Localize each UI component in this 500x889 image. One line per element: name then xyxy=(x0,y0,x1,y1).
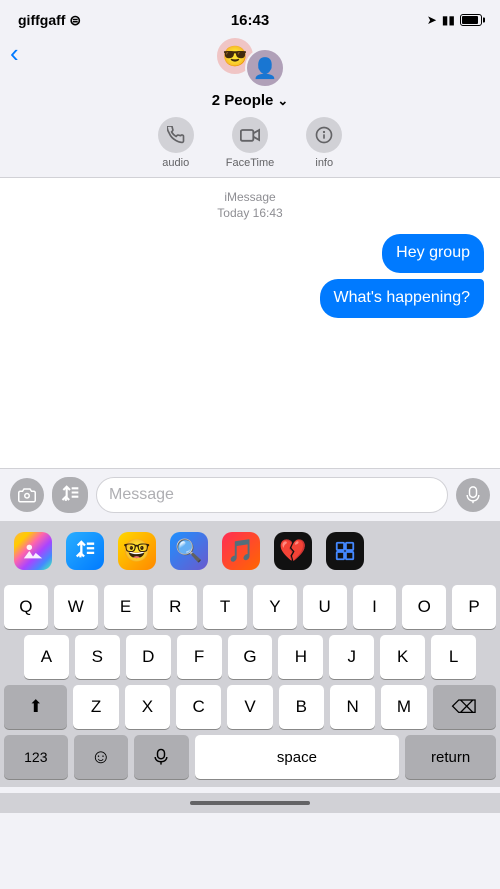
carrier-wifi: giffgaff ⊜ xyxy=(18,12,81,29)
facetime-button[interactable]: FaceTime xyxy=(226,117,275,169)
input-bar xyxy=(0,468,500,521)
date-label: Today 16:43 xyxy=(217,206,282,220)
phone-icon xyxy=(158,117,194,153)
audio-label: audio xyxy=(162,157,189,169)
messages-area: iMessage Today 16:43 Hey group What's ha… xyxy=(0,178,500,468)
header-actions: audio FaceTime info xyxy=(158,117,343,169)
key-g[interactable]: G xyxy=(228,635,273,679)
key-x[interactable]: X xyxy=(125,685,170,729)
keyboard-row-1: Q W E R T Y U I O P xyxy=(0,585,500,629)
audio-button[interactable]: audio xyxy=(158,117,194,169)
service-label: iMessage xyxy=(224,190,275,204)
key-b[interactable]: B xyxy=(279,685,324,729)
wifi-icon: ⊜ xyxy=(69,12,81,28)
people-count-label: 2 People xyxy=(212,92,274,109)
key-a[interactable]: A xyxy=(24,635,69,679)
keyboard-row-4: 123 ☺ space return xyxy=(0,735,500,787)
tray-memoji-icon[interactable]: 🤓 xyxy=(118,532,156,570)
apps-button[interactable] xyxy=(52,477,88,513)
tray-music-icon[interactable]: 🎵 xyxy=(222,532,260,570)
key-m[interactable]: M xyxy=(381,685,426,729)
key-l[interactable]: L xyxy=(431,635,476,679)
key-k[interactable]: K xyxy=(380,635,425,679)
key-f[interactable]: F xyxy=(177,635,222,679)
app-tray: 🤓 🔍 🎵 💔 xyxy=(0,521,500,581)
key-u[interactable]: U xyxy=(303,585,347,629)
key-z[interactable]: Z xyxy=(73,685,118,729)
key-microphone[interactable] xyxy=(134,735,189,779)
message-input[interactable] xyxy=(109,486,435,504)
tray-appstore-icon[interactable] xyxy=(66,532,104,570)
message-bubbles: Hey group What's happening? xyxy=(16,234,484,318)
signal-icon: ▮▮ xyxy=(442,13,455,27)
contact-name[interactable]: 2 People ⌄ xyxy=(212,92,289,109)
key-return[interactable]: return xyxy=(405,735,496,779)
info-icon xyxy=(306,117,342,153)
key-c[interactable]: C xyxy=(176,685,221,729)
key-shift[interactable]: ⬆ xyxy=(4,685,67,729)
key-numbers[interactable]: 123 xyxy=(4,735,68,779)
message-input-wrap[interactable] xyxy=(96,477,448,513)
status-time: 16:43 xyxy=(231,12,269,29)
key-n[interactable]: N xyxy=(330,685,375,729)
keyboard-row-2: A S D F G H J K L xyxy=(0,635,500,679)
chevron-down-icon: ⌄ xyxy=(277,93,288,109)
key-y[interactable]: Y xyxy=(253,585,297,629)
keyboard: Q W E R T Y U I O P A S D F G H J K L ⬆ … xyxy=(0,581,500,787)
tray-snippets-icon[interactable] xyxy=(326,532,364,570)
key-d[interactable]: D xyxy=(126,635,171,679)
info-button[interactable]: info xyxy=(306,117,342,169)
key-delete[interactable]: ⌫ xyxy=(433,685,496,729)
key-r[interactable]: R xyxy=(153,585,197,629)
avatar-2: 👤 xyxy=(245,48,285,88)
message-bubble-2: What's happening? xyxy=(320,279,484,318)
home-indicator-bar xyxy=(0,793,500,813)
info-label: info xyxy=(315,157,333,169)
message-bubble-1: Hey group xyxy=(382,234,484,273)
video-icon xyxy=(232,117,268,153)
status-indicators: ➤ ▮▮ xyxy=(427,13,482,27)
key-j[interactable]: J xyxy=(329,635,374,679)
conversation-header: ‹ 😎 👤 2 People ⌄ audio FaceTime xyxy=(0,36,500,178)
camera-button[interactable] xyxy=(10,478,44,512)
tray-search-icon[interactable]: 🔍 xyxy=(170,532,208,570)
keyboard-row-3: ⬆ Z X C V B N M ⌫ xyxy=(0,685,500,729)
facetime-label: FaceTime xyxy=(226,157,275,169)
back-button[interactable]: ‹ xyxy=(10,38,19,69)
key-e[interactable]: E xyxy=(104,585,148,629)
key-space[interactable]: space xyxy=(195,735,399,779)
key-w[interactable]: W xyxy=(54,585,98,629)
battery-icon xyxy=(460,14,482,26)
key-p[interactable]: P xyxy=(452,585,496,629)
home-indicator xyxy=(190,801,310,805)
status-bar: giffgaff ⊜ 16:43 ➤ ▮▮ xyxy=(0,0,500,36)
key-s[interactable]: S xyxy=(75,635,120,679)
tray-heart-icon[interactable]: 💔 xyxy=(274,532,312,570)
key-h[interactable]: H xyxy=(278,635,323,679)
key-v[interactable]: V xyxy=(227,685,272,729)
key-emoji[interactable]: ☺ xyxy=(74,735,129,779)
audio-input-button[interactable] xyxy=(456,478,490,512)
key-q[interactable]: Q xyxy=(4,585,48,629)
key-o[interactable]: O xyxy=(402,585,446,629)
key-t[interactable]: T xyxy=(203,585,247,629)
key-i[interactable]: I xyxy=(353,585,397,629)
location-icon: ➤ xyxy=(427,13,437,27)
back-chevron-icon: ‹ xyxy=(10,38,19,69)
carrier-text: giffgaff xyxy=(18,12,65,28)
group-avatars: 😎 👤 xyxy=(215,36,285,88)
tray-photos-icon[interactable] xyxy=(14,532,52,570)
